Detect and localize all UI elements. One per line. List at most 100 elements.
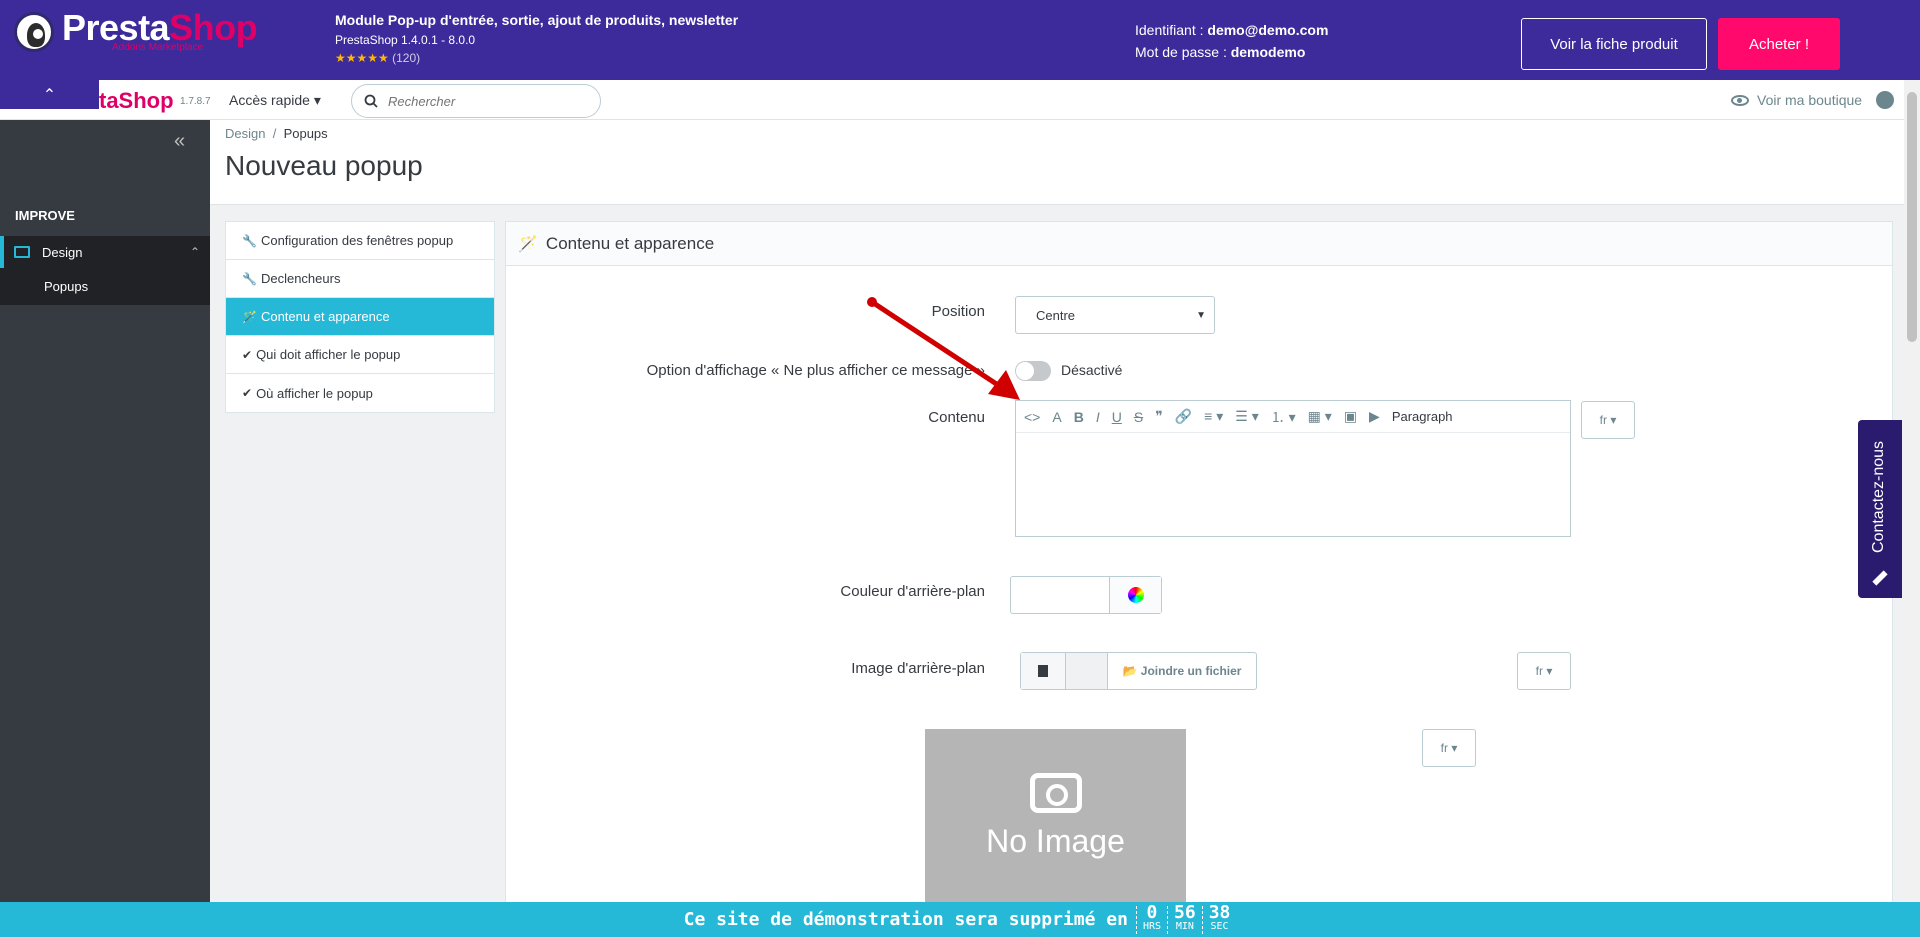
position-select[interactable]: Centre ▼ (1015, 296, 1215, 334)
countdown-seconds: 38 SEC (1201, 901, 1237, 934)
puffin-logo-icon (14, 11, 54, 52)
product-sheet-button[interactable]: Voir la fiche produit (1521, 18, 1707, 70)
prestashop-logo[interactable]: PrestaShop Addons Marketplace (14, 10, 258, 53)
admin-logo[interactable]: taShop (99, 88, 174, 114)
hours-unit: HRS (1142, 920, 1161, 932)
breadcrumb: Design / Popups (225, 126, 328, 141)
module-info: Module Pop-up d'entrée, sortie, ajout de… (335, 12, 738, 65)
strikethrough-icon[interactable]: S (1134, 409, 1143, 425)
scrollbar-thumb[interactable] (1907, 92, 1917, 342)
page-scrollbar[interactable] (1904, 80, 1920, 902)
file-icon (1038, 665, 1048, 677)
position-value: Centre (1036, 307, 1076, 323)
buy-button[interactable]: Acheter ! (1718, 18, 1840, 70)
rating-stars: ★★★★★ (335, 51, 389, 65)
breadcrumb-separator: / (272, 126, 277, 141)
page-header: Design / Popups Nouveau popup (210, 120, 1904, 205)
module-rating: ★★★★★ (120) (335, 51, 738, 65)
breadcrumb-popups: Popups (283, 126, 328, 141)
search-icon (364, 94, 378, 108)
panel-heading: 🪄 Contenu et apparence (506, 222, 1892, 266)
bgimage-file-field[interactable]: 📂 Joindre un fichier (1020, 652, 1257, 690)
text-color-icon[interactable]: A (1052, 409, 1061, 425)
bullet-list-icon[interactable]: ☰ ▾ (1235, 408, 1258, 425)
chevron-up-icon: ⌃ (42, 86, 57, 104)
image-language-button[interactable]: fr ▾ (1422, 729, 1476, 767)
search-input[interactable] (388, 93, 578, 109)
bgcolor-field[interactable] (1010, 576, 1162, 614)
tab-configuration[interactable]: 🔧 Configuration des fenêtres popup (226, 222, 494, 260)
demo-credentials: Identifiant : demo@demo.com Mot de passe… (1135, 19, 1328, 63)
no-image-text: No Image (986, 823, 1125, 859)
sidebar: « IMPROVE Design ⌃ Popups (0, 120, 210, 902)
chevron-down-icon: ▼ (1196, 309, 1206, 321)
tab-label: Contenu et apparence (260, 309, 390, 324)
link-icon[interactable]: 🔗 (1175, 408, 1192, 425)
tab-who-displays[interactable]: ✔ Qui doit afficher le popup (226, 336, 494, 374)
view-shop-link[interactable]: Voir ma boutique (1731, 91, 1895, 109)
italic-icon[interactable]: I (1096, 409, 1100, 425)
blockquote-icon[interactable]: ❞ (1155, 408, 1163, 425)
table-icon[interactable]: ▦ ▾ (1308, 408, 1332, 425)
pencil-icon (1872, 570, 1888, 586)
eye-icon (1731, 94, 1749, 106)
minutes-value: 56 (1174, 901, 1196, 923)
tab-triggers[interactable]: 🔧 Declencheurs (226, 260, 494, 298)
contact-us-tab[interactable]: Contactez-nous (1858, 420, 1902, 598)
seconds-value: 38 (1208, 901, 1231, 923)
sidebar-item-design[interactable]: Design ⌃ (0, 236, 210, 268)
panel-title: Contenu et apparence (545, 233, 715, 253)
format-select[interactable]: Paragraph (1392, 409, 1453, 424)
sidebar-collapse-icon[interactable]: « (174, 130, 185, 153)
toggle-state-label: Désactivé (1061, 362, 1123, 378)
content-language-button[interactable]: fr ▾ (1581, 401, 1635, 439)
pw-label: Mot de passe : (1135, 44, 1231, 60)
wrench-icon: 🔧 (242, 233, 257, 248)
breadcrumb-design[interactable]: Design (225, 126, 265, 141)
page-title: Nouveau popup (225, 150, 423, 181)
countdown-text: Ce site de démonstration sera supprimé e… (683, 909, 1128, 930)
magic-wand-icon: 🪄 (518, 235, 538, 253)
numbered-list-icon[interactable]: ⒈ ▾ (1271, 407, 1296, 427)
pw-value: demodemo (1230, 44, 1306, 60)
bgimage-label: Image d'arrière-plan (851, 660, 985, 677)
tab-label: Configuration des fenêtres popup (260, 233, 454, 248)
check-icon: ✔ (242, 347, 253, 362)
bgcolor-input[interactable] (1011, 577, 1109, 613)
collapse-banner-button[interactable]: ⌃ (0, 80, 99, 109)
bgimage-language-button[interactable]: fr ▾ (1517, 652, 1571, 690)
tab-label: Où afficher le popup (256, 385, 373, 401)
tab-label: Declencheurs (260, 271, 341, 286)
tab-content-appearance[interactable]: 🪄 Contenu et apparence (226, 298, 494, 336)
minutes-unit: MIN (1175, 920, 1194, 932)
camera-icon (1029, 773, 1082, 813)
id-label: Identifiant : (1135, 22, 1208, 38)
quick-access-menu[interactable]: Accès rapide ▾ (229, 92, 321, 109)
demo-countdown-bar: Ce site de démonstration sera supprimé e… (0, 902, 1920, 937)
countdown-hours: 0 HRS (1135, 903, 1167, 934)
align-icon[interactable]: ≡ ▾ (1204, 408, 1223, 425)
filename-input[interactable] (1066, 653, 1108, 689)
content-label: Contenu (928, 409, 985, 426)
underline-icon[interactable]: U (1112, 409, 1122, 425)
magic-wand-icon: 🪄 (242, 309, 257, 324)
seconds-unit: SEC (1210, 920, 1229, 932)
content-editor[interactable]: <> A B I U S ❞ 🔗 ≡ ▾ ☰ ▾ ⒈ ▾ ▦ ▾ ▣ ▶ Par… (1015, 400, 1571, 537)
demo-banner: PrestaShop Addons Marketplace Module Pop… (0, 0, 1920, 80)
file-icon-cell (1021, 653, 1066, 689)
color-picker-button[interactable] (1109, 577, 1161, 613)
bold-icon[interactable]: B (1074, 409, 1084, 425)
media-icon[interactable]: ▶ (1369, 408, 1380, 425)
rating-count: (120) (392, 51, 421, 65)
contact-us-label: Contactez-nous (1870, 440, 1887, 554)
tab-label: Qui doit afficher le popup (256, 347, 401, 362)
sidebar-item-popups[interactable]: Popups (0, 268, 210, 305)
search-box[interactable] (351, 84, 601, 118)
check-icon: ✔ (242, 386, 253, 400)
tab-where-displays[interactable]: ✔ Où afficher le popup (226, 374, 494, 412)
user-avatar-icon[interactable] (1876, 91, 1895, 109)
monitor-icon (14, 246, 30, 258)
code-view-icon[interactable]: <> (1024, 409, 1040, 425)
attach-file-button[interactable]: 📂 Joindre un fichier (1108, 653, 1256, 689)
image-icon[interactable]: ▣ (1344, 408, 1357, 425)
